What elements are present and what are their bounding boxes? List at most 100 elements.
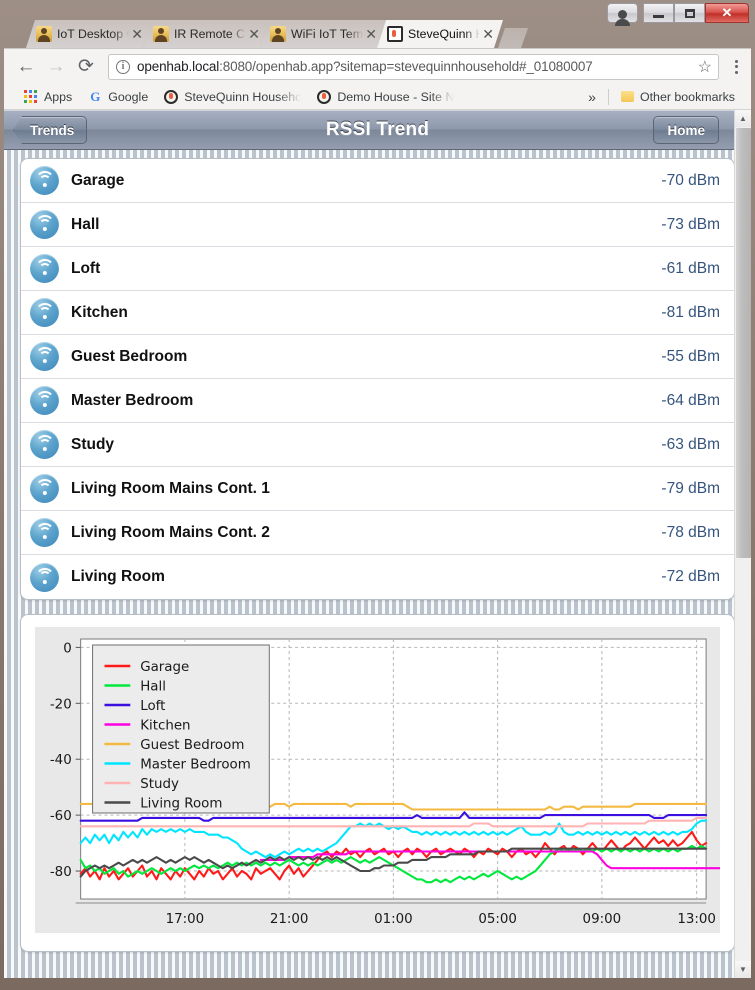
browser-tab-3-active[interactable]: SteveQuinn Hou ✕	[377, 20, 503, 48]
tab-title: SteveQuinn Hou	[408, 27, 481, 41]
minimize-button[interactable]	[643, 3, 674, 23]
item-value: -61 dBm	[661, 259, 720, 277]
item-label: Hall	[71, 215, 100, 233]
close-button[interactable]: ✕	[705, 3, 749, 23]
home-button[interactable]: Home	[653, 116, 719, 144]
url-path: :8080/openhab.app?sitemap=stevequinnhous…	[219, 59, 593, 74]
bookmark-star-icon[interactable]: ☆	[692, 57, 712, 77]
list-item[interactable]: Hall -73 dBm	[21, 203, 734, 247]
item-value: -79 dBm	[661, 479, 720, 497]
svg-text:0: 0	[63, 641, 72, 656]
site-info-icon[interactable]: i	[116, 59, 130, 74]
bookmark-stevequinn[interactable]: SteveQuinn Househc	[156, 86, 309, 108]
forward-icon[interactable]: →	[42, 53, 70, 81]
item-value: -72 dBm	[661, 568, 720, 585]
profile-button[interactable]	[607, 3, 638, 26]
apps-grid-icon	[24, 90, 37, 103]
scroll-down-arrow-icon[interactable]: ▼	[735, 961, 751, 978]
svg-text:17:00: 17:00	[166, 912, 205, 927]
svg-text:Master Bedroom: Master Bedroom	[140, 757, 251, 772]
maximize-icon	[684, 8, 695, 18]
svg-text:Guest Bedroom: Guest Bedroom	[140, 738, 244, 753]
reload-icon[interactable]: ⟳	[72, 53, 100, 81]
svg-text:09:00: 09:00	[583, 912, 622, 927]
svg-text:Living Room: Living Room	[140, 796, 222, 811]
svg-text:Loft: Loft	[140, 699, 165, 714]
item-value: -70 dBm	[661, 171, 720, 189]
rssi-trend-chart[interactable]: 0 -20 -40 -60 -80 17:00 21:00 01:00 05:00 09:00 13…	[35, 627, 720, 933]
title-bar: IoT Desktop Con ✕ IR Remote Contr ✕ WiFi…	[4, 3, 751, 48]
svg-text:05:00: 05:00	[478, 912, 517, 927]
tab-close-icon[interactable]: ✕	[129, 27, 148, 41]
svg-text:Hall: Hall	[140, 679, 166, 694]
window-controls: ✕	[607, 3, 749, 26]
browser-tab-2[interactable]: WiFi IoT Temper ✕	[260, 20, 386, 48]
bookmarks-divider	[607, 88, 609, 105]
item-value: -63 dBm	[661, 435, 720, 453]
list-item[interactable]: Living Room -72 dBm	[21, 555, 734, 599]
openhab-favicon-icon	[387, 26, 403, 42]
svg-text:13:00: 13:00	[677, 912, 716, 927]
list-item[interactable]: Garage -70 dBm	[21, 159, 734, 203]
item-label: Kitchen	[71, 303, 128, 321]
person-icon	[615, 9, 630, 26]
browser-tab-1[interactable]: IR Remote Contr ✕	[143, 20, 269, 48]
svg-text:01:00: 01:00	[374, 912, 413, 927]
url-host: openhab.local	[137, 59, 220, 74]
list-item[interactable]: Guest Bedroom -55 dBm	[21, 335, 734, 379]
maximize-button[interactable]	[674, 3, 705, 23]
other-bookmarks-folder[interactable]: Other bookmarks	[613, 86, 743, 108]
svg-text:Kitchen: Kitchen	[140, 718, 190, 733]
tab-strip: IoT Desktop Con ✕ IR Remote Contr ✕ WiFi…	[26, 20, 528, 48]
svg-text:21:00: 21:00	[270, 912, 309, 927]
list-item[interactable]: Kitchen -81 dBm	[21, 291, 734, 335]
item-label: Study	[71, 435, 115, 453]
list-item[interactable]: Loft -61 dBm	[21, 247, 734, 291]
openhab-icon	[317, 89, 332, 104]
wifi-icon	[30, 386, 59, 415]
item-label: Master Bedroom	[71, 391, 194, 409]
browser-chrome: ← → ⟳ i openhab.local:8080/openhab.app?s…	[4, 48, 751, 110]
new-tab-button[interactable]	[498, 28, 528, 48]
rssi-list: Garage -70 dBm Hall -73 dBm Loft -61 dBm…	[20, 158, 735, 600]
list-item[interactable]: Study -63 dBm	[21, 423, 734, 467]
list-item[interactable]: Master Bedroom -64 dBm	[21, 379, 734, 423]
svg-text:-20: -20	[50, 697, 72, 712]
item-value: -55 dBm	[661, 347, 720, 365]
address-bar[interactable]: i openhab.local:8080/openhab.app?sitemap…	[108, 53, 719, 80]
bookmark-label: Apps	[44, 89, 73, 104]
rssi-chart-card: 0 -20 -40 -60 -80 17:00 21:00 01:00 05:00 09:00 13…	[20, 614, 735, 952]
item-value: -64 dBm	[661, 391, 720, 409]
tab-close-icon[interactable]: ✕	[480, 27, 499, 41]
bookmark-label: SteveQuinn Househc	[184, 89, 302, 104]
chrome-menu-icon[interactable]	[727, 59, 745, 74]
app-header: Trends RSSI Trend Home	[4, 110, 751, 150]
wifi-icon	[30, 210, 59, 239]
scroll-up-arrow-icon[interactable]: ▲	[735, 110, 751, 127]
wifi-icon	[30, 562, 59, 592]
svg-text:-80: -80	[50, 865, 72, 880]
bookmark-demo-house[interactable]: Demo House - Site N	[309, 86, 462, 108]
tab-title: WiFi IoT Temper	[291, 27, 363, 41]
scrollbar-thumb[interactable]	[736, 128, 751, 558]
svg-text:Garage: Garage	[140, 660, 189, 675]
tab-close-icon[interactable]: ✕	[246, 27, 265, 41]
person-favicon-icon	[36, 26, 52, 42]
minimize-icon	[653, 15, 664, 18]
bookmarks-bar: Apps G Google SteveQuinn Househc Demo Ho…	[4, 84, 751, 110]
bookmark-google[interactable]: G Google	[80, 86, 156, 108]
bookmark-apps[interactable]: Apps	[16, 86, 80, 108]
wifi-icon	[30, 254, 59, 283]
bookmarks-overflow-icon[interactable]: »	[580, 89, 604, 105]
wifi-icon	[30, 430, 59, 459]
item-value: -81 dBm	[661, 303, 720, 321]
other-bookmarks-label: Other bookmarks	[639, 89, 735, 104]
wifi-icon	[30, 166, 59, 195]
back-icon[interactable]: ←	[12, 53, 40, 81]
browser-tab-0[interactable]: IoT Desktop Con ✕	[26, 20, 152, 48]
page-scrollbar[interactable]: ▲ ▼	[734, 110, 751, 978]
list-item[interactable]: Living Room Mains Cont. 2 -78 dBm	[21, 511, 734, 555]
list-item[interactable]: Living Room Mains Cont. 1 -79 dBm	[21, 467, 734, 511]
tab-close-icon[interactable]: ✕	[363, 27, 382, 41]
navigation-bar: ← → ⟳ i openhab.local:8080/openhab.app?s…	[4, 49, 751, 84]
